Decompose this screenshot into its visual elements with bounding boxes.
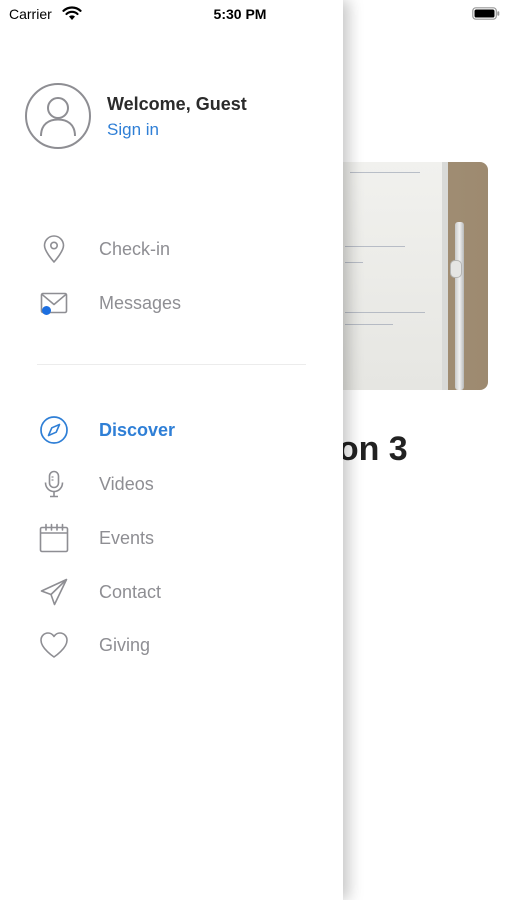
menu-label-messages: Messages	[99, 293, 182, 313]
menu-item-giving[interactable]: Giving	[0, 625, 343, 665]
welcome-text: Welcome, Guest	[107, 94, 247, 114]
menu-label-videos: Videos	[99, 474, 154, 494]
sign-in-link[interactable]: Sign in	[107, 120, 159, 140]
menu-item-check-in[interactable]: Check-in	[0, 229, 343, 269]
menu-divider	[37, 364, 306, 365]
menu-item-contact[interactable]: Contact	[0, 572, 343, 612]
menu-item-messages[interactable]: Messages	[0, 283, 343, 323]
calendar-icon	[39, 523, 69, 553]
menu-label-check-in: Check-in	[99, 239, 171, 259]
unread-badge	[42, 306, 51, 315]
menu-label-discover: Discover	[99, 420, 176, 440]
paper-plane-icon	[40, 578, 68, 606]
heart-icon	[40, 632, 68, 658]
side-drawer: Welcome, Guest Sign in Check-in Messages	[0, 0, 343, 900]
battery-icon	[472, 7, 500, 20]
microphone-icon	[44, 470, 64, 498]
menu-label-giving: Giving	[99, 635, 151, 655]
profile-header: Welcome, Guest Sign in	[25, 83, 325, 151]
menu-label-events: Events	[99, 528, 155, 548]
clock: 5:30 PM	[213, 6, 267, 22]
menu-item-discover[interactable]: Discover	[0, 410, 343, 450]
avatar[interactable]	[25, 83, 91, 149]
compass-icon	[40, 416, 68, 444]
user-icon	[40, 97, 76, 137]
menu-label-contact: Contact	[99, 582, 162, 602]
app-screen: sson 3 Carrier 5:30 PM Welcome, Guest Si…	[0, 0, 507, 900]
menu-item-events[interactable]: Events	[0, 518, 343, 558]
envelope-icon	[40, 292, 68, 314]
status-bar: Carrier 5:30 PM	[0, 0, 507, 28]
location-pin-icon	[43, 235, 65, 263]
menu-item-videos[interactable]: Videos	[0, 464, 343, 504]
